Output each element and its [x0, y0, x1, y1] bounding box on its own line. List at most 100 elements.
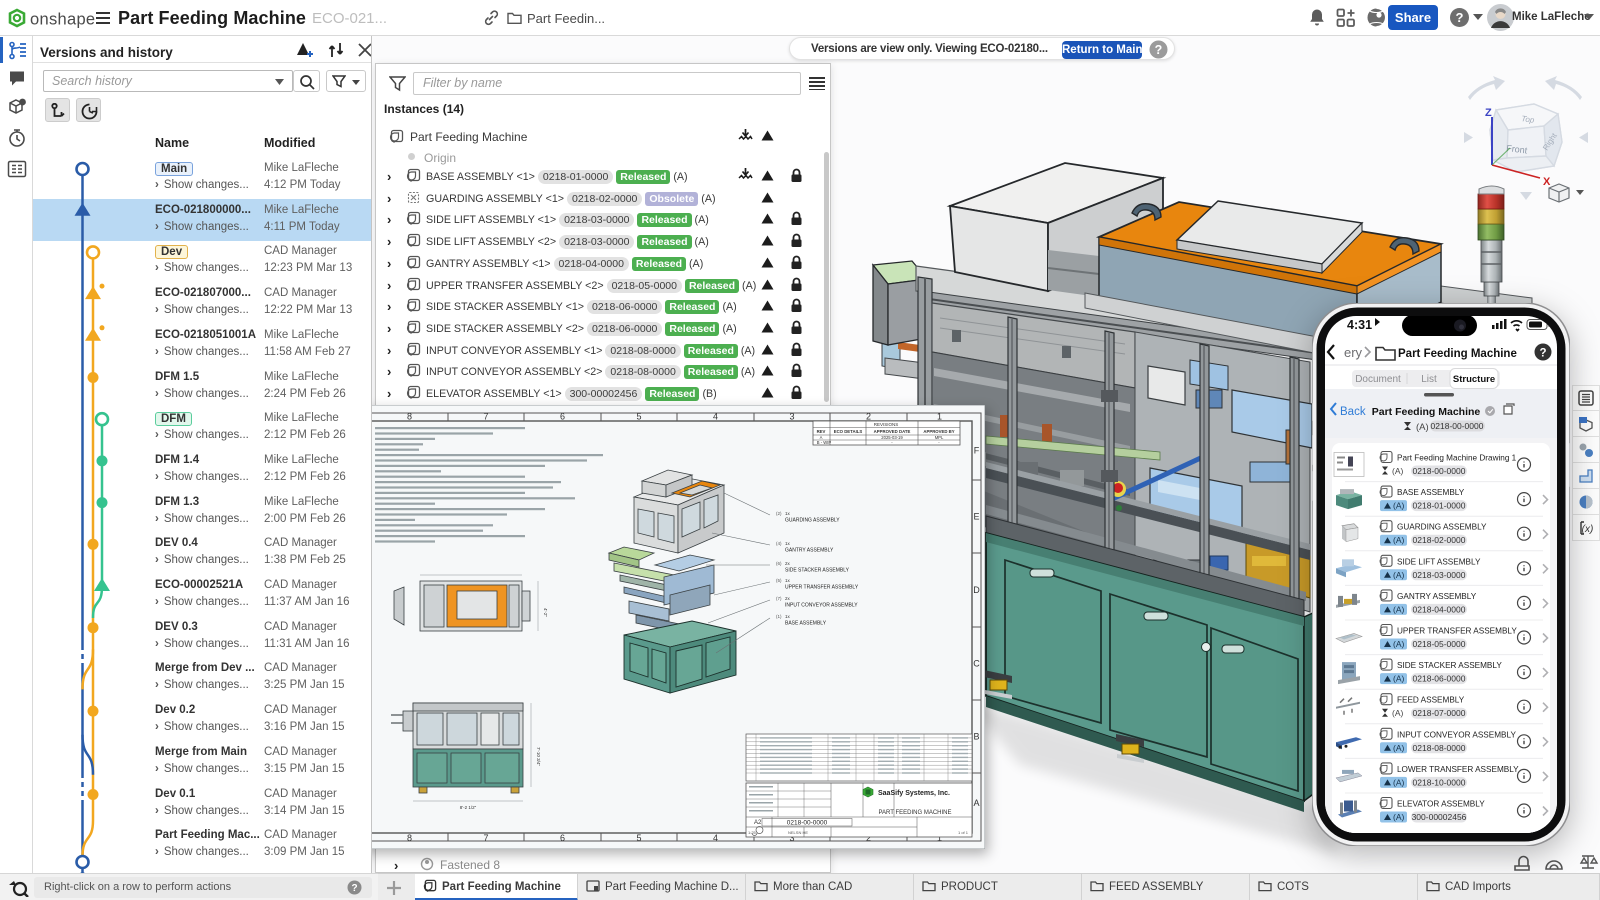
svg-text:4: 4 [713, 833, 718, 843]
svg-text:(A): (A) [1393, 812, 1405, 822]
svg-text:(4): (4) [776, 541, 782, 546]
svg-text:3: 3 [789, 412, 794, 422]
svg-text:GUARDING ASSEMBLY: GUARDING ASSEMBLY [785, 518, 840, 524]
svg-text:List: List [1421, 374, 1437, 385]
svg-text:C: C [973, 659, 980, 669]
svg-text:0218-02-0000: 0218-02-0000 [1413, 535, 1466, 545]
svg-text:?: ? [351, 883, 357, 894]
svg-text:UPPER TRANSFER ASSEMBLY: UPPER TRANSFER ASSEMBLY [785, 585, 859, 591]
svg-text:Back: Back [1340, 406, 1366, 418]
svg-text:E: E [973, 512, 979, 522]
svg-text:(7): (7) [776, 596, 782, 601]
svg-text:1x: 1x [785, 578, 791, 583]
svg-text:B: B [973, 732, 979, 742]
svg-text:A2: A2 [754, 820, 762, 826]
svg-text:D: D [973, 585, 980, 595]
svg-text:(A): (A) [1392, 708, 1404, 718]
svg-text:BASE ASSEMBLY: BASE ASSEMBLY [1397, 488, 1465, 497]
svg-text:(x): (x) [1582, 524, 1594, 535]
svg-text:(1): (1) [776, 614, 782, 619]
svg-text:(A): (A) [1416, 422, 1429, 433]
svg-text:8: 8 [407, 412, 412, 422]
svg-text:?: ? [1155, 43, 1163, 57]
svg-text:REV: REV [817, 429, 826, 434]
svg-text:GANTRY ASSEMBLY: GANTRY ASSEMBLY [1397, 592, 1477, 601]
svg-text:1x: 1x [785, 614, 791, 619]
svg-text:7: 7 [483, 833, 488, 843]
svg-text:5: 5 [636, 833, 641, 843]
svg-text:(A): (A) [1393, 604, 1405, 614]
svg-text:?: ? [21, 100, 25, 107]
svg-text:Z: Z [1485, 107, 1492, 119]
svg-text:GANTRY ASSEMBLY: GANTRY ASSEMBLY [785, 548, 834, 554]
svg-text:FEED ASSEMBLY: FEED ASSEMBLY [1397, 696, 1465, 705]
svg-text:0218-10-0000: 0218-10-0000 [1413, 777, 1466, 787]
svg-text:APPROVED DATE: APPROVED DATE [874, 429, 911, 434]
svg-text:PART FEEDING MACHINE: PART FEEDING MACHINE [878, 810, 951, 816]
svg-text:8'-2 1/2": 8'-2 1/2" [460, 805, 477, 810]
svg-text:(A): (A) [1392, 466, 1404, 476]
svg-text:SaaSify Systems, Inc.: SaaSify Systems, Inc. [878, 790, 950, 797]
svg-text:(A): (A) [1393, 639, 1405, 649]
svg-text:0218-00-0000: 0218-00-0000 [1431, 421, 1484, 431]
svg-text:8: 8 [407, 833, 412, 843]
svg-text:NELSN HE: NELSN HE [788, 830, 808, 835]
svg-text:ECO DETAILS: ECO DETAILS [834, 429, 863, 434]
svg-text:UPPER TRANSFER ASSEMBLY: UPPER TRANSFER ASSEMBLY [1397, 627, 1517, 636]
svg-text:?: ? [1456, 10, 1464, 25]
svg-text:?: ? [1539, 348, 1546, 360]
svg-text:(A): (A) [1393, 535, 1405, 545]
svg-text:REVISIONS: REVISIONS [874, 422, 899, 427]
svg-text:4'-2": 4'-2" [543, 608, 548, 617]
svg-text:4:31: 4:31 [1347, 318, 1372, 332]
svg-text:(A): (A) [1393, 570, 1405, 580]
svg-text:(2): (2) [776, 511, 782, 516]
svg-text:ELEVATOR ASSEMBLY: ELEVATOR ASSEMBLY [1397, 800, 1485, 809]
svg-text:INPUT CONVEYOR ASSEMBLY: INPUT CONVEYOR ASSEMBLY [785, 603, 858, 609]
svg-text:0218-03-0000: 0218-03-0000 [1413, 570, 1466, 580]
svg-text:onshape: onshape [30, 11, 95, 29]
svg-text:Part Feeding Machine Drawing 1: Part Feeding Machine Drawing 1 [1397, 454, 1517, 463]
svg-text:6: 6 [560, 833, 565, 843]
svg-text:1x: 1x [785, 541, 791, 546]
svg-text:BASE ASSEMBLY: BASE ASSEMBLY [785, 621, 827, 627]
svg-text:(A): (A) [1393, 501, 1405, 511]
svg-text:0218-06-0000: 0218-06-0000 [1413, 674, 1466, 684]
svg-text:B - WIP: B - WIP [817, 440, 832, 445]
svg-text:(A): (A) [1393, 743, 1405, 753]
svg-text:SIDE LIFT ASSEMBLY: SIDE LIFT ASSEMBLY [1397, 557, 1481, 566]
svg-text:(6): (6) [776, 561, 782, 566]
svg-text:7'-10 3/4": 7'-10 3/4" [536, 747, 541, 766]
svg-text:Top: Top [1521, 114, 1536, 125]
svg-text:INPUT CONVEYOR ASSEMBLY: INPUT CONVEYOR ASSEMBLY [1397, 730, 1516, 739]
svg-text:1 of 1: 1 of 1 [958, 830, 969, 835]
svg-text:0218-07-0000: 0218-07-0000 [1413, 708, 1466, 718]
svg-text:1x: 1x [785, 511, 791, 516]
svg-text:2x: 2x [785, 596, 791, 601]
svg-text:(A): (A) [1393, 674, 1405, 684]
svg-text:2x: 2x [785, 561, 791, 566]
svg-text:0218-08-0000: 0218-08-0000 [1413, 743, 1466, 753]
svg-text:300-00002456: 300-00002456 [1412, 812, 1467, 822]
svg-text:Structure: Structure [1453, 374, 1495, 385]
svg-text:X: X [1543, 176, 1551, 188]
svg-text:0218-01-0000: 0218-01-0000 [1413, 501, 1466, 511]
svg-text:2: 2 [866, 412, 871, 422]
svg-text:LOWER TRANSFER ASSEMBLY: LOWER TRANSFER ASSEMBLY [1397, 765, 1519, 774]
svg-text:(5): (5) [776, 578, 782, 583]
svg-text:0218-04-0000: 0218-04-0000 [1413, 604, 1466, 614]
svg-text:6: 6 [560, 412, 565, 422]
svg-text:SIDE STACKER ASSEMBLY: SIDE STACKER ASSEMBLY [1397, 661, 1502, 670]
svg-text:0218-05-0000: 0218-05-0000 [1413, 639, 1466, 649]
svg-text:7: 7 [483, 412, 488, 422]
svg-text:Part Feeding Machine: Part Feeding Machine [1372, 406, 1481, 418]
svg-text:5: 5 [636, 412, 641, 422]
svg-text:4: 4 [713, 412, 718, 422]
svg-text:0218-00-0000: 0218-00-0000 [787, 820, 828, 827]
svg-text:APPROVED BY: APPROVED BY [923, 429, 954, 434]
svg-text:GUARDING ASSEMBLY: GUARDING ASSEMBLY [1397, 523, 1487, 532]
svg-text:Document: Document [1355, 374, 1401, 385]
svg-text:Part Feeding Machine: Part Feeding Machine [1398, 348, 1517, 360]
svg-text:(A): (A) [1393, 777, 1405, 787]
svg-text:1: 1 [937, 412, 942, 422]
